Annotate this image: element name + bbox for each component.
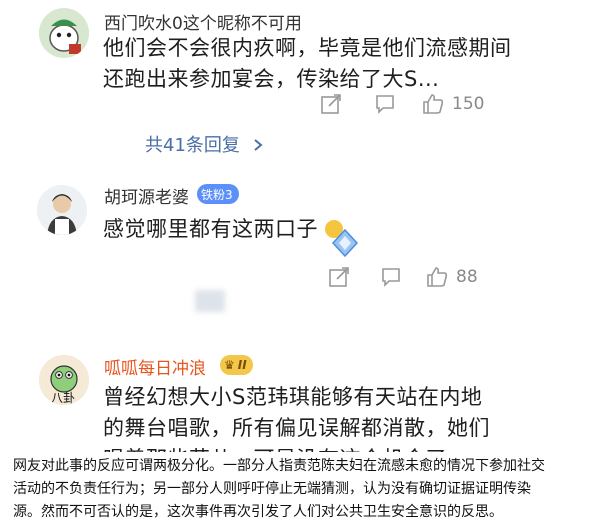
like-icon [423, 94, 444, 114]
like-count: 88 [456, 267, 478, 287]
share-button[interactable] [320, 93, 342, 115]
like-button[interactable]: 88 [426, 266, 478, 288]
avatar[interactable] [37, 185, 87, 235]
comment-text-line: 感觉哪里都有这两口子 [103, 217, 318, 241]
comment-text: 曾经幻想大小S范玮琪能够有天站在内地 的舞台唱歌，所有偏见误解都消散，她们 唱着… [103, 382, 583, 452]
chevron-right-icon [254, 139, 263, 151]
caption-line: 源。然而不可否认的是，这次事件再次引发了人们对公共卫生安全意识的反思。 [13, 504, 503, 520]
comment-text-line: 还跑出来参加宴会，传染给了大S... [103, 67, 440, 91]
replies-label: 共41条回复 [145, 135, 240, 156]
view-replies-link[interactable]: 共41条回复 [145, 131, 264, 157]
like-button[interactable]: 150 [422, 93, 484, 115]
comment-text-line: 他们会不会很内疚啊，毕竟是他们流感期间 [103, 36, 512, 60]
comment-button[interactable] [380, 266, 402, 288]
fan-badge-label: 铁粉3 [201, 187, 233, 202]
like-icon [427, 267, 448, 287]
comment-item: 胡珂源老婆 铁粉3 感觉哪里都有这两口子 88 [0, 170, 600, 340]
comment-actions: 88 [328, 266, 588, 296]
article-caption: 网友对此事的反应可谓两极分化。一部分人指责范陈夫妇在流感未愈的情况下参加社交 活… [0, 452, 600, 524]
share-button[interactable] [328, 266, 350, 288]
comment-text-line: 曾经幻想大小S范玮琪能够有天站在内地 [103, 385, 483, 409]
crown-icon: ♛ [224, 358, 235, 372]
comment-actions: 150 [320, 93, 580, 123]
vip-badge-label: II [237, 358, 247, 372]
sparkle-sticker [330, 228, 360, 262]
comment-icon [382, 268, 400, 287]
comment-text: 感觉哪里都有这两口子 [103, 214, 363, 245]
comment-icon [376, 95, 394, 114]
comment-button[interactable] [374, 93, 396, 115]
share-icon [329, 267, 349, 287]
caption-line: 活动的不负责任行为；另一部分人则呼吁停止无端猜测，认为没有确切证据证明传染 [13, 481, 531, 497]
share-icon [321, 94, 341, 114]
comment-text-line: 的舞台唱歌，所有偏见误解都消散，她们 [103, 416, 490, 440]
vip-badge: ♛ II [220, 355, 253, 375]
blurred-redaction [195, 290, 225, 312]
avatar[interactable] [39, 8, 89, 58]
caption-line: 网友对此事的反应可谓两极分化。一部分人指责范陈夫妇在流感未愈的情况下参加社交 [13, 458, 545, 474]
comment-text-line: 唱着那些花儿...可是没有这个机会了 [103, 444, 583, 452]
username[interactable]: 西门吹水0这个昵称不可用 [104, 9, 302, 34]
comment-text: 他们会不会很内疚啊，毕竟是他们流感期间 还跑出来参加宴会，传染给了大S... [103, 33, 583, 95]
comment-item: 八卦 呱呱每日冲浪 ♛ II 曾经幻想大小S范玮琪能够有天站在内地 的舞台唱歌，… [0, 345, 600, 452]
username[interactable]: 呱呱每日冲浪 [104, 354, 206, 379]
fan-badge: 铁粉3 [197, 184, 239, 204]
username[interactable]: 胡珂源老婆 [104, 183, 189, 208]
like-count: 150 [452, 94, 485, 114]
svg-text:八卦: 八卦 [51, 391, 75, 405]
comment-item: 西门吹水0这个昵称不可用 他们会不会很内疚啊，毕竟是他们流感期间 还跑出来参加宴… [0, 0, 600, 160]
avatar[interactable]: 八卦 [39, 355, 89, 405]
